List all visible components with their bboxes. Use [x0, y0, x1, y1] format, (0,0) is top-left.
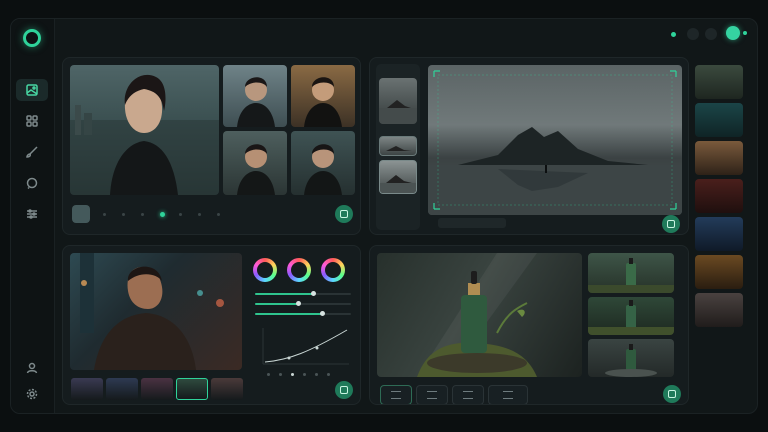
grade-preset-thumb[interactable] [106, 378, 138, 400]
grade-preset-thumb[interactable] [71, 378, 103, 400]
filmstrip-thumb[interactable] [379, 136, 417, 156]
brush-icon [26, 146, 38, 158]
style-preset-thumb[interactable] [695, 65, 743, 99]
sidebar-item-profile[interactable] [16, 357, 48, 379]
portrait-variation-thumb[interactable] [291, 65, 355, 127]
tool-button[interactable] [416, 385, 448, 404]
sidebar-item-brush[interactable] [16, 141, 48, 163]
caption-field[interactable] [438, 218, 506, 228]
adjustment-slider[interactable] [255, 290, 351, 296]
style-preset-thumb[interactable] [695, 255, 743, 289]
product-variation-thumb[interactable] [588, 253, 674, 293]
pagination-dot[interactable] [103, 213, 106, 216]
portrait-illustration [70, 74, 219, 195]
color-wheel[interactable] [321, 258, 345, 282]
portrait-variation-thumb[interactable] [291, 131, 355, 195]
color-grading-panel [62, 245, 361, 405]
pagination-dot[interactable] [141, 213, 144, 216]
color-wheel[interactable] [287, 258, 311, 282]
logo [23, 29, 41, 47]
street-portrait-image[interactable] [70, 253, 242, 370]
landscape-editor-panel [369, 57, 689, 235]
sliders-icon [27, 209, 37, 219]
sidebar-item-grid[interactable] [16, 110, 48, 132]
style-preset-thumb[interactable] [695, 103, 743, 137]
window-control[interactable] [705, 28, 717, 40]
pagination-dot[interactable] [122, 213, 125, 216]
adjustment-sliders [255, 290, 351, 322]
portrait-gallery-panel [62, 57, 361, 235]
color-wheel[interactable] [253, 258, 277, 282]
curve-points [261, 373, 351, 377]
product-variation-thumb[interactable] [588, 297, 674, 335]
current-image-thumb[interactable] [72, 205, 90, 223]
layout-icon [463, 391, 473, 399]
main-portrait-image[interactable] [70, 65, 219, 195]
align-center-icon [427, 391, 437, 399]
curve-point[interactable] [267, 373, 270, 376]
adjustment-slider[interactable] [255, 300, 351, 306]
top-bar [55, 19, 757, 49]
avatar[interactable] [726, 26, 740, 40]
filmstrip-thumb[interactable] [379, 160, 417, 194]
film-thumbs [71, 378, 246, 402]
street-illustration [80, 253, 224, 370]
style-preset-thumb[interactable] [695, 217, 743, 251]
pagination-dot[interactable] [217, 213, 220, 216]
portrait-variation-thumb[interactable] [223, 131, 287, 195]
portrait-variation-thumb[interactable] [223, 65, 287, 127]
grade-preset-thumb[interactable] [141, 378, 173, 400]
sidebar-item-settings[interactable] [16, 383, 48, 405]
grade-preset-thumb[interactable] [211, 378, 243, 400]
product-variation-thumb[interactable] [588, 339, 674, 377]
tool-button[interactable] [452, 385, 484, 404]
grid-icon [26, 115, 38, 127]
render-button[interactable] [663, 385, 681, 403]
style-preset-thumb[interactable] [695, 141, 743, 175]
landscape-canvas[interactable] [428, 65, 682, 215]
product-image[interactable] [377, 253, 582, 377]
style-preset-thumb[interactable] [695, 293, 743, 327]
sidebar [11, 19, 55, 413]
grade-preset-thumb[interactable] [176, 378, 208, 400]
sidebar-item-adjust[interactable] [16, 203, 48, 225]
adjustment-slider[interactable] [255, 310, 351, 316]
curve-point[interactable] [291, 373, 294, 376]
window-control[interactable] [687, 28, 699, 40]
curve-point[interactable] [303, 373, 306, 376]
generate-button[interactable] [335, 205, 353, 223]
align-left-icon [391, 391, 401, 399]
tool-button[interactable] [380, 385, 412, 404]
gear-icon [26, 388, 38, 400]
product-shot-panel [369, 245, 689, 405]
pagination [103, 212, 233, 217]
sidebar-item-chat[interactable] [16, 172, 48, 194]
curve-point[interactable] [327, 373, 330, 376]
app-window [10, 18, 758, 414]
tool-button[interactable] [488, 385, 528, 404]
export-button[interactable] [662, 215, 680, 233]
filmstrip-thumb[interactable] [379, 78, 417, 124]
curve-point[interactable] [279, 373, 282, 376]
pagination-dot[interactable] [198, 213, 201, 216]
pagination-dot[interactable] [179, 213, 182, 216]
status-dot [671, 32, 676, 37]
color-wheels [253, 258, 353, 286]
apply-grade-button[interactable] [335, 381, 353, 399]
pagination-dot[interactable] [160, 212, 165, 217]
online-indicator [743, 31, 747, 35]
style-preset-thumb[interactable] [695, 179, 743, 213]
landscape-illustration [428, 70, 682, 215]
product-illustration [417, 253, 537, 377]
sidebar-item-images[interactable] [16, 79, 48, 101]
curve-point[interactable] [315, 373, 318, 376]
text-icon [503, 391, 513, 399]
tone-curve[interactable] [259, 324, 353, 368]
chat-icon [26, 177, 38, 189]
filmstrip [376, 64, 420, 230]
image-icon [26, 84, 38, 96]
user-icon [26, 362, 38, 374]
product-tools [380, 385, 540, 404]
